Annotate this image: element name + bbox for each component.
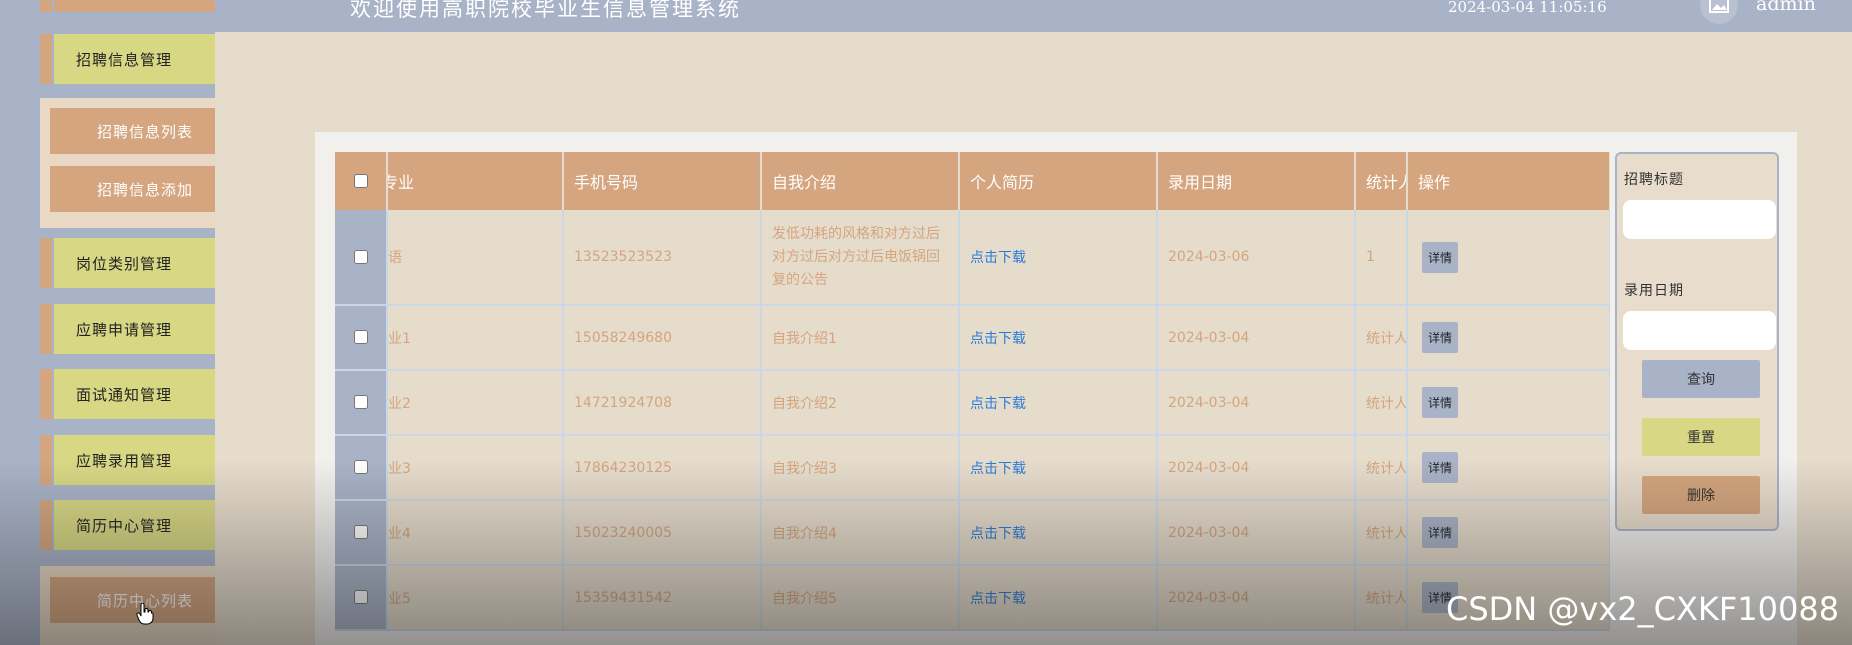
hand-cursor-icon [136,603,154,625]
resume-download-link[interactable]: 点击下载 [959,305,1158,371]
column-header-major[interactable]: 专业 [387,152,564,210]
sidebar-item-label: 应聘申请管理 [54,304,215,354]
resume-download-link[interactable]: 点击下载 [959,435,1158,501]
sidebar-item-top[interactable] [40,0,215,12]
row-checkbox[interactable] [354,330,368,344]
cell-intro: 自我介绍3 [761,435,960,501]
cell-intro: 自我介绍4 [761,500,960,566]
sidebar-item-hire[interactable]: 应聘录用管理 [40,435,215,485]
cell-date: 2024-03-04 [1157,500,1356,566]
cell-intro: 自我介绍2 [761,370,960,436]
cell-stat: 统计人 [1355,370,1408,436]
row-checkbox[interactable] [354,249,368,264]
cell-phone: 15359431542 [563,565,762,631]
query-button[interactable]: 查询 [1642,360,1760,398]
delete-button[interactable]: 删除 [1642,476,1760,514]
app-title: 欢迎使用高职院校毕业生信息管理系统 [350,0,741,21]
sidebar-item-interview[interactable]: 面试通知管理 [40,369,215,419]
column-header-stat[interactable]: 统计人 [1355,152,1408,210]
title-filter-label: 招聘标题 [1624,172,1684,188]
row-checkbox[interactable] [354,525,368,539]
table-row: 业4 15023240005 自我介绍4 点击下载 2024-03-04 统计人… [335,500,1610,566]
table-row: 业1 15058249680 自我介绍1 点击下载 2024-03-04 统计人… [335,305,1610,371]
username[interactable]: admin [1756,0,1816,15]
resume-download-link[interactable]: 点击下载 [959,210,1158,306]
date-filter-label: 录用日期 [1624,283,1684,299]
cell-phone: 13523523523 [563,210,762,306]
cell-phone: 15058249680 [563,305,762,371]
cell-date: 2024-03-04 [1157,565,1356,631]
column-header-intro[interactable]: 自我介绍 [761,152,960,210]
search-panel: 招聘标题 录用日期 查询 重置 删除 [1615,152,1779,531]
table-row: 业2 14721924708 自我介绍2 点击下载 2024-03-04 统计人… [335,370,1610,436]
cell-stat: 统计人 [1355,305,1408,371]
cell-intro: 发低功耗的风格和对方过后对方过后对方过后电饭锅回复的公告 [761,210,960,306]
cell-date: 2024-03-04 [1157,370,1356,436]
sidebar-item-label: 招聘信息管理 [54,34,215,84]
cell-stat: 统计人 [1355,435,1408,501]
sidebar-item-application[interactable]: 应聘申请管理 [40,304,215,354]
datetime-display: 2024-03-04 11:05:16 [1448,0,1607,16]
cell-stat: 统计人 [1355,500,1408,566]
sidebar-item-recruit-add[interactable]: 招聘信息添加 [50,166,215,212]
column-header-phone[interactable]: 手机号码 [563,152,762,210]
cell-stat: 统计人 [1355,565,1408,631]
cell-intro: 自我介绍5 [761,565,960,631]
cell-major: 业2 [387,370,564,436]
column-header-date[interactable]: 录用日期 [1157,152,1356,210]
table-header: 专业 手机号码 自我介绍 个人简历 录用日期 统计人 操作 [335,152,1610,210]
avatar[interactable] [1700,0,1738,24]
cell-major: 业3 [387,435,564,501]
select-all-cell [335,152,388,210]
cell-major: 业4 [387,500,564,566]
sidebar-item-recruit-list[interactable]: 招聘信息列表 [50,108,215,154]
cell-phone: 17864230125 [563,435,762,501]
table-row: 业3 17864230125 自我介绍3 点击下载 2024-03-04 统计人… [335,435,1610,501]
watermark: CSDN @vx2_CXKF10088 [1446,590,1840,628]
resume-download-link[interactable]: 点击下载 [959,500,1158,566]
sidebar-item-resume[interactable]: 简历中心管理 [40,500,215,550]
sidebar-item-label: 岗位类别管理 [54,238,215,288]
detail-button[interactable]: 详情 [1422,517,1459,548]
reset-button[interactable]: 重置 [1642,418,1760,456]
sidebar-item-label: 应聘录用管理 [54,435,215,485]
row-checkbox[interactable] [354,395,368,409]
resume-download-link[interactable]: 点击下载 [959,370,1158,436]
detail-button[interactable]: 详情 [1422,241,1459,273]
column-header-resume[interactable]: 个人简历 [959,152,1158,210]
column-header-action: 操作 [1407,152,1610,210]
row-checkbox[interactable] [354,590,368,604]
cell-major: 业1 [387,305,564,371]
detail-button[interactable]: 详情 [1422,322,1459,353]
sidebar-item-job-category[interactable]: 岗位类别管理 [40,238,215,288]
resume-download-link[interactable]: 点击下载 [959,565,1158,631]
image-icon [1709,0,1729,13]
title-filter-input[interactable] [1623,200,1776,239]
detail-button[interactable]: 详情 [1422,387,1459,418]
sidebar-item-label: 简历中心管理 [54,500,215,550]
top-header: 欢迎使用高职院校毕业生信息管理系统 2024-03-04 11:05:16 ad… [0,0,1852,32]
table-row: 语 13523523523 发低功耗的风格和对方过后对方过后对方过后电饭锅回复的… [335,210,1610,306]
row-checkbox[interactable] [354,460,368,474]
detail-button[interactable]: 详情 [1422,452,1459,483]
data-table: 专业 手机号码 自我介绍 个人简历 录用日期 统计人 操作 语 13523523… [335,152,1610,645]
cell-date: 2024-03-04 [1157,305,1356,371]
sidebar-submenu-recruit: 招聘信息列表 招聘信息添加 [40,98,215,228]
cell-stat: 1 [1355,210,1408,306]
cell-major: 业5 [387,565,564,631]
cell-intro: 自我介绍1 [761,305,960,371]
sidebar-item-label: 面试通知管理 [54,369,215,419]
cell-phone: 15023240005 [563,500,762,566]
cell-major: 语 [387,210,564,306]
sidebar-submenu-resume: 简历中心列表 [40,566,215,645]
date-filter-input[interactable] [1623,311,1776,350]
table-row: 业5 15359431542 自我介绍5 点击下载 2024-03-04 统计人… [335,565,1610,631]
cell-date: 2024-03-04 [1157,435,1356,501]
cell-date: 2024-03-06 [1157,210,1356,306]
select-all-checkbox[interactable] [354,173,368,188]
cell-phone: 14721924708 [563,370,762,436]
sidebar-item-resume-list[interactable]: 简历中心列表 [50,577,215,623]
sidebar-item-recruit[interactable]: 招聘信息管理 [40,34,215,84]
